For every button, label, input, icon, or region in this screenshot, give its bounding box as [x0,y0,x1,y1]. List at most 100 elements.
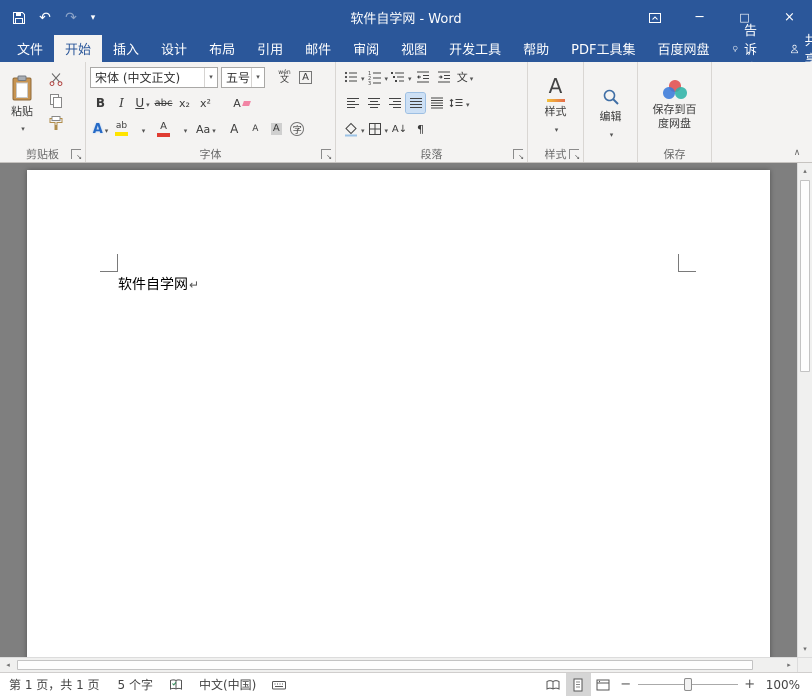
spellcheck-book-icon [168,677,184,693]
clear-formatting-button[interactable]: A [232,93,251,113]
tab-developer[interactable]: 开发工具 [438,35,512,62]
redo-button[interactable]: ↷ [58,4,84,31]
clipboard-dialog-launcher[interactable] [71,149,81,159]
shrink-font-button[interactable]: A [246,119,265,139]
zoom-in-button[interactable]: + [740,673,760,696]
tab-home[interactable]: 开始 [54,35,102,62]
numbering-button[interactable] [367,67,389,87]
scroll-up-button[interactable]: ▴ [798,163,812,179]
page-info-status[interactable]: 第 1 页，共 1 页 [0,673,109,696]
strikethrough-button[interactable]: abc [154,93,173,113]
save-button[interactable] [6,4,32,31]
character-shading-button[interactable]: A [267,119,286,139]
share-button[interactable]: 共享 [775,35,812,62]
font-dialog-launcher[interactable] [321,149,331,159]
qat-customize-button[interactable]: ▾ [84,4,102,31]
tab-references[interactable]: 引用 [246,35,294,62]
highlight-caret[interactable] [133,119,152,139]
character-border-button[interactable]: A [296,67,315,87]
copy-button[interactable] [46,91,65,111]
dropdown-caret-icon [146,97,150,110]
font-color-button[interactable]: A [154,119,173,139]
shading-button[interactable] [343,119,365,139]
format-painter-button[interactable] [46,113,65,133]
cut-button[interactable] [46,69,65,89]
tab-file[interactable]: 文件 [6,35,54,62]
asian-layout-icon: 文 [457,69,468,85]
align-right-button[interactable] [385,93,404,113]
minimize-button[interactable]: ─ [677,0,722,35]
tab-review[interactable]: 审阅 [342,35,390,62]
styles-dialog-launcher[interactable] [569,149,579,159]
tab-layout[interactable]: 布局 [198,35,246,62]
save-to-baidu-button[interactable]: 保存到百度网盘 [640,64,709,145]
paragraph-dialog-launcher[interactable] [513,149,523,159]
tab-help[interactable]: 帮助 [512,35,560,62]
asian-layout-button[interactable]: 文 [456,67,475,87]
paste-button[interactable]: 粘贴 [2,64,42,145]
zoom-slider-handle[interactable] [684,678,692,691]
tab-design[interactable]: 设计 [150,35,198,62]
tab-view[interactable]: 视图 [390,35,438,62]
superscript-button[interactable]: x² [196,93,215,113]
zoom-out-button[interactable]: − [616,673,636,696]
scroll-right-button[interactable]: ▸ [781,658,797,672]
font-name-combo[interactable]: 宋体 (中文正文) [90,67,218,88]
font-size-combo[interactable]: 五号 [221,67,265,88]
web-layout-view-button[interactable] [591,673,616,696]
print-layout-view-button[interactable] [566,673,591,696]
scroll-down-button[interactable]: ▾ [798,641,812,657]
bullets-icon [343,69,359,85]
change-case-button[interactable]: Aa [196,119,216,139]
word-count-status[interactable]: 5 个字 [109,673,162,696]
document-text-line[interactable]: 软件自学网↵ [118,274,199,294]
enclose-characters-button[interactable]: 字 [288,119,307,139]
tab-mailings[interactable]: 邮件 [294,35,342,62]
vertical-scrollbar[interactable]: ▴ ▾ [797,163,812,657]
proofing-status-button[interactable] [162,673,190,696]
vertical-scroll-thumb[interactable] [800,180,810,372]
decrease-indent-button[interactable] [414,67,433,87]
highlight-button[interactable]: ab [112,119,131,139]
tab-baidu-netdisk[interactable]: 百度网盘 [647,35,721,62]
distribute-button[interactable] [427,93,446,113]
text-effects-button[interactable]: A [91,119,110,139]
undo-button[interactable]: ↶ [32,4,58,31]
document-page[interactable]: 软件自学网↵ [27,170,770,657]
tell-me-button[interactable]: 告诉我 [721,35,775,62]
tab-insert[interactable]: 插入 [102,35,150,62]
print-layout-icon [570,677,586,693]
italic-button[interactable]: I [112,93,131,113]
bullets-button[interactable] [343,67,365,87]
scroll-left-button[interactable]: ◂ [0,658,16,672]
collapse-ribbon-button[interactable] [788,146,806,160]
phonetic-guide-button[interactable]: wén 文 [275,67,294,87]
borders-button[interactable] [367,119,389,139]
read-mode-view-button[interactable] [541,673,566,696]
font-color-caret[interactable] [175,119,194,139]
multilevel-list-button[interactable] [390,67,412,87]
justify-button[interactable] [406,93,425,113]
horizontal-scroll-thumb[interactable] [17,660,753,670]
horizontal-scrollbar[interactable]: ◂ ▸ [0,657,797,672]
bold-button[interactable]: B [91,93,110,113]
subscript-button[interactable]: x₂ [175,93,194,113]
tab-pdf-tools[interactable]: PDF工具集 [560,35,646,62]
styles-button[interactable]: A 样式 [530,64,581,145]
zoom-slider[interactable] [638,673,738,696]
zoom-level[interactable]: 100% [760,678,812,692]
grow-font-button[interactable]: A [225,119,244,139]
sort-button[interactable]: A↓ [390,119,409,139]
show-hide-marks-button[interactable]: ¶ [411,119,430,139]
line-spacing-button[interactable] [448,93,470,113]
align-center-button[interactable] [364,93,383,113]
underline-button[interactable]: U [133,93,152,113]
language-status[interactable]: 中文(中国) [190,673,265,696]
ribbon-display-options-button[interactable] [632,0,677,35]
styles-icon: A [549,76,563,96]
increase-indent-button[interactable] [435,67,454,87]
editing-button[interactable]: 编辑 [586,64,635,162]
line-spacing-icon [448,95,464,111]
input-mode-button[interactable] [265,673,293,696]
align-left-button[interactable] [343,93,362,113]
